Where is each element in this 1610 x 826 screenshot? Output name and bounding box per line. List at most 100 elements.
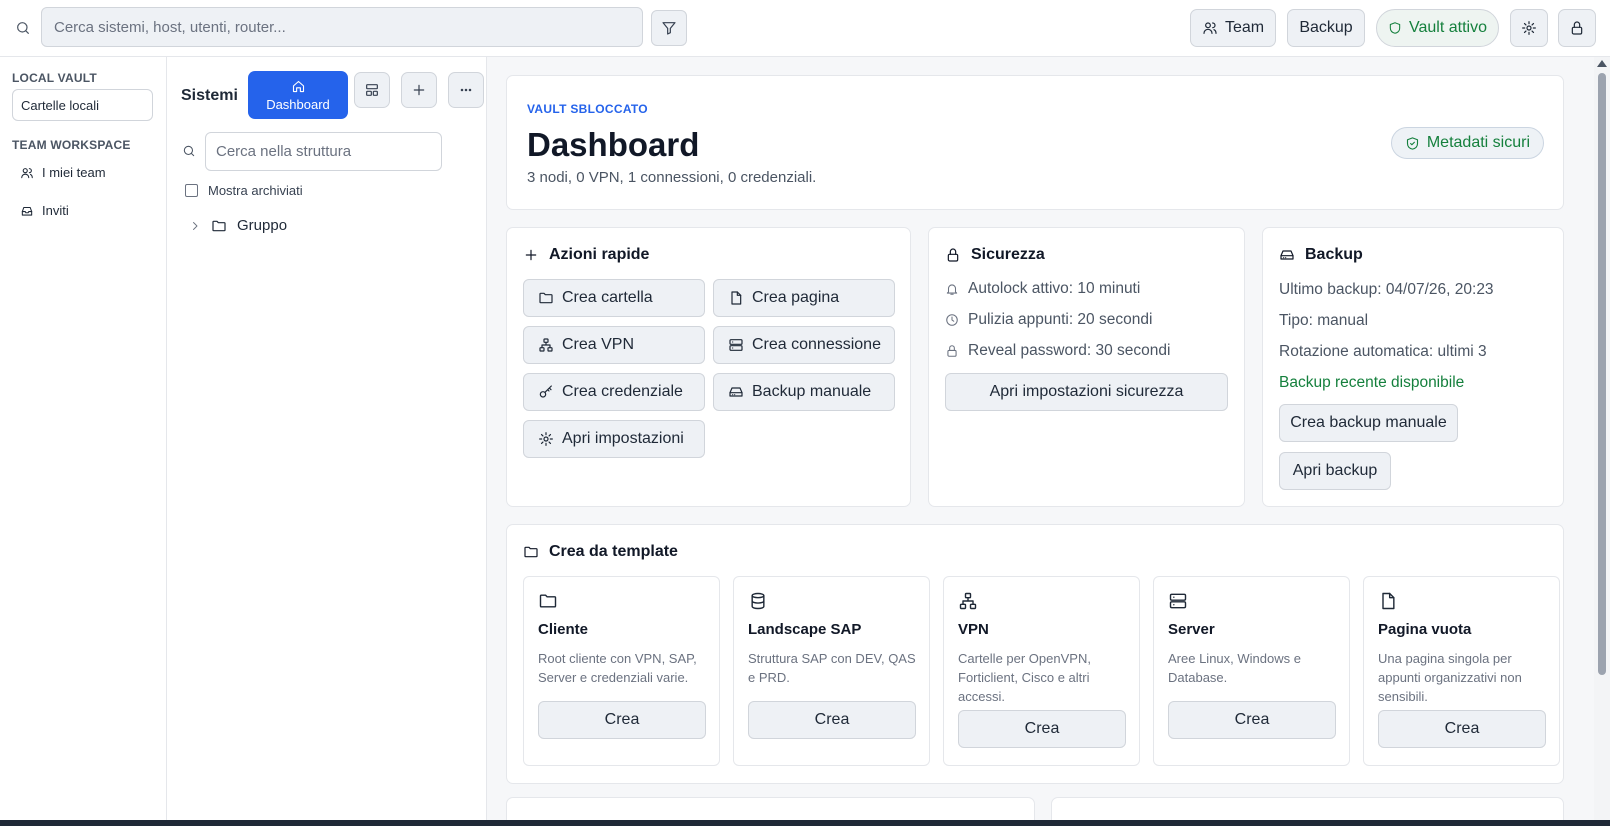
create-from-template-button[interactable]: Crea <box>538 701 706 739</box>
template-description: Aree Linux, Windows e Database. <box>1168 651 1301 685</box>
key-icon <box>539 385 552 398</box>
security-title: Sicurezza <box>971 246 1045 263</box>
open-settings-button[interactable]: Apri impostazioni <box>523 420 705 458</box>
create-connection-label: Crea connessione <box>752 336 881 353</box>
users-icon <box>21 167 33 178</box>
dashboard-button-label: Dashboard <box>266 96 330 112</box>
local-vault-heading: LOCAL VAULT <box>12 71 97 85</box>
shield-check-icon <box>1406 136 1418 150</box>
home-icon <box>292 80 304 92</box>
search-icon <box>183 145 195 157</box>
top-bar: Team Backup Vault attivo <box>0 0 1610 57</box>
gear-icon <box>1522 21 1536 35</box>
server-icon <box>1169 593 1187 609</box>
bell-icon <box>946 284 958 295</box>
reveal-text: Reveal password: 30 secondi <box>968 342 1171 359</box>
template-card-blank-page: Pagina vuota Una pagina singola per appu… <box>1363 576 1560 766</box>
database-icon <box>751 592 765 610</box>
backup-button[interactable]: Backup <box>1287 9 1365 47</box>
invites-item[interactable]: Inviti <box>20 203 69 218</box>
open-security-settings-button[interactable]: Apri impostazioni sicurezza <box>945 373 1228 411</box>
lock-vault-button[interactable] <box>1558 9 1596 47</box>
template-name: Server <box>1168 621 1215 638</box>
create-credential-button[interactable]: Crea credenziale <box>523 373 705 411</box>
security-heading: Sicurezza <box>945 246 1045 264</box>
show-archived-checkbox[interactable] <box>185 184 198 197</box>
add-node-button[interactable] <box>401 72 437 108</box>
plus-icon <box>413 84 425 96</box>
templates-title: Crea da template <box>549 543 678 560</box>
vault-hero-card: VAULT SBLOCCATO Dashboard 3 nodi, 0 VPN,… <box>506 75 1564 210</box>
file-icon <box>1382 592 1395 610</box>
create-from-template-button[interactable]: Crea <box>958 710 1126 748</box>
vault-status-kicker: VAULT SBLOCCATO <box>527 102 648 116</box>
create-folder-button[interactable]: Crea cartella <box>523 279 705 317</box>
my-teams-label: I miei team <box>42 165 106 180</box>
create-folder-label: Crea cartella <box>562 289 653 306</box>
dashboard-main: VAULT SBLOCCATO Dashboard 3 nodi, 0 VPN,… <box>487 57 1594 826</box>
filter-icon <box>662 22 676 35</box>
reveal-info: Reveal password: 30 secondi <box>945 342 1170 360</box>
template-name: Landscape SAP <box>748 621 862 638</box>
backup-type-text: Tipo: manual <box>1279 312 1369 329</box>
structure-panel: Sistemi Dashboard Mostra archiviati Grup… <box>167 57 487 826</box>
create-vpn-label: Crea VPN <box>562 336 635 353</box>
local-folders-item[interactable]: Cartelle locali <box>12 89 153 121</box>
vault-summary: 3 nodi, 0 VPN, 1 connessioni, 0 credenzi… <box>527 169 817 186</box>
open-backup-button[interactable]: Apri backup <box>1279 452 1391 490</box>
create-page-button[interactable]: Crea pagina <box>713 279 895 317</box>
network-icon <box>539 338 553 352</box>
filter-button[interactable] <box>651 10 687 46</box>
secure-metadata-badge: Metadati sicuri <box>1390 127 1544 159</box>
template-description: Una pagina singola per appunti organizza… <box>1378 651 1522 704</box>
quick-actions-card: Azioni rapide Crea cartella Crea pagina … <box>506 227 911 507</box>
template-description: Root cliente con VPN, SAP, Server e cred… <box>538 651 697 685</box>
structure-search-input[interactable] <box>205 132 442 171</box>
main-scrollbar[interactable] <box>1594 57 1610 826</box>
show-archived-toggle[interactable]: Mostra archiviati <box>185 183 303 198</box>
template-description: Struttura SAP con DEV, QAS e PRD. <box>748 651 916 685</box>
plus-icon <box>525 249 537 261</box>
settings-button[interactable] <box>1510 9 1548 47</box>
more-options-button[interactable] <box>448 72 484 108</box>
create-from-template-button[interactable]: Crea <box>1168 701 1336 739</box>
autolock-info: Autolock attivo: 10 minuti <box>945 280 1140 298</box>
backup-button-label: Backup <box>1299 19 1353 36</box>
inbox-icon <box>21 206 33 216</box>
global-search-input[interactable] <box>41 7 643 47</box>
invites-label: Inviti <box>42 203 69 218</box>
create-from-template-button[interactable]: Crea <box>1378 710 1546 748</box>
server-icon <box>729 339 743 351</box>
chevron-right-icon[interactable] <box>189 220 201 232</box>
more-icon <box>460 88 472 92</box>
template-card-vpn: VPN Cartelle per OpenVPN, Forticlient, C… <box>943 576 1140 766</box>
scrollbar-thumb[interactable] <box>1598 73 1606 675</box>
scroll-up-arrow[interactable] <box>1597 60 1607 67</box>
dashboard-button[interactable]: Dashboard <box>248 71 348 119</box>
clock-icon <box>946 314 958 326</box>
file-icon <box>731 291 742 305</box>
tree-item-group[interactable]: Gruppo <box>189 217 287 234</box>
template-card-landscape-sap: Landscape SAP Struttura SAP con DEV, QAS… <box>733 576 930 766</box>
quick-actions-title: Azioni rapide <box>549 246 650 263</box>
templates-heading: Crea da template <box>523 543 678 561</box>
my-teams-item[interactable]: I miei team <box>20 165 106 180</box>
layout-button[interactable] <box>354 72 390 108</box>
vault-status-label: Vault attivo <box>1409 19 1487 36</box>
team-button-label: Team <box>1224 19 1265 36</box>
create-manual-backup-button[interactable]: Crea backup manuale <box>1279 404 1458 442</box>
create-from-template-button[interactable]: Crea <box>748 701 916 739</box>
backup-title: Backup <box>1305 246 1363 263</box>
secure-metadata-label: Metadati sicuri <box>1426 134 1530 151</box>
last-backup-text: Ultimo backup: 04/07/26, 20:23 <box>1279 281 1494 298</box>
vault-status-button[interactable]: Vault attivo <box>1376 9 1499 47</box>
create-connection-button[interactable]: Crea connessione <box>713 326 895 364</box>
show-archived-label: Mostra archiviati <box>208 183 303 198</box>
lock-icon <box>947 248 959 262</box>
team-button[interactable]: Team <box>1190 9 1276 47</box>
templates-card: Crea da template Cliente Root cliente co… <box>506 524 1564 784</box>
manual-backup-button[interactable]: Backup manuale <box>713 373 895 411</box>
create-vpn-button[interactable]: Crea VPN <box>523 326 705 364</box>
backup-status-text: Backup recente disponibile <box>1279 374 1465 391</box>
template-description: Cartelle per OpenVPN, Forticlient, Cisco… <box>958 651 1091 704</box>
